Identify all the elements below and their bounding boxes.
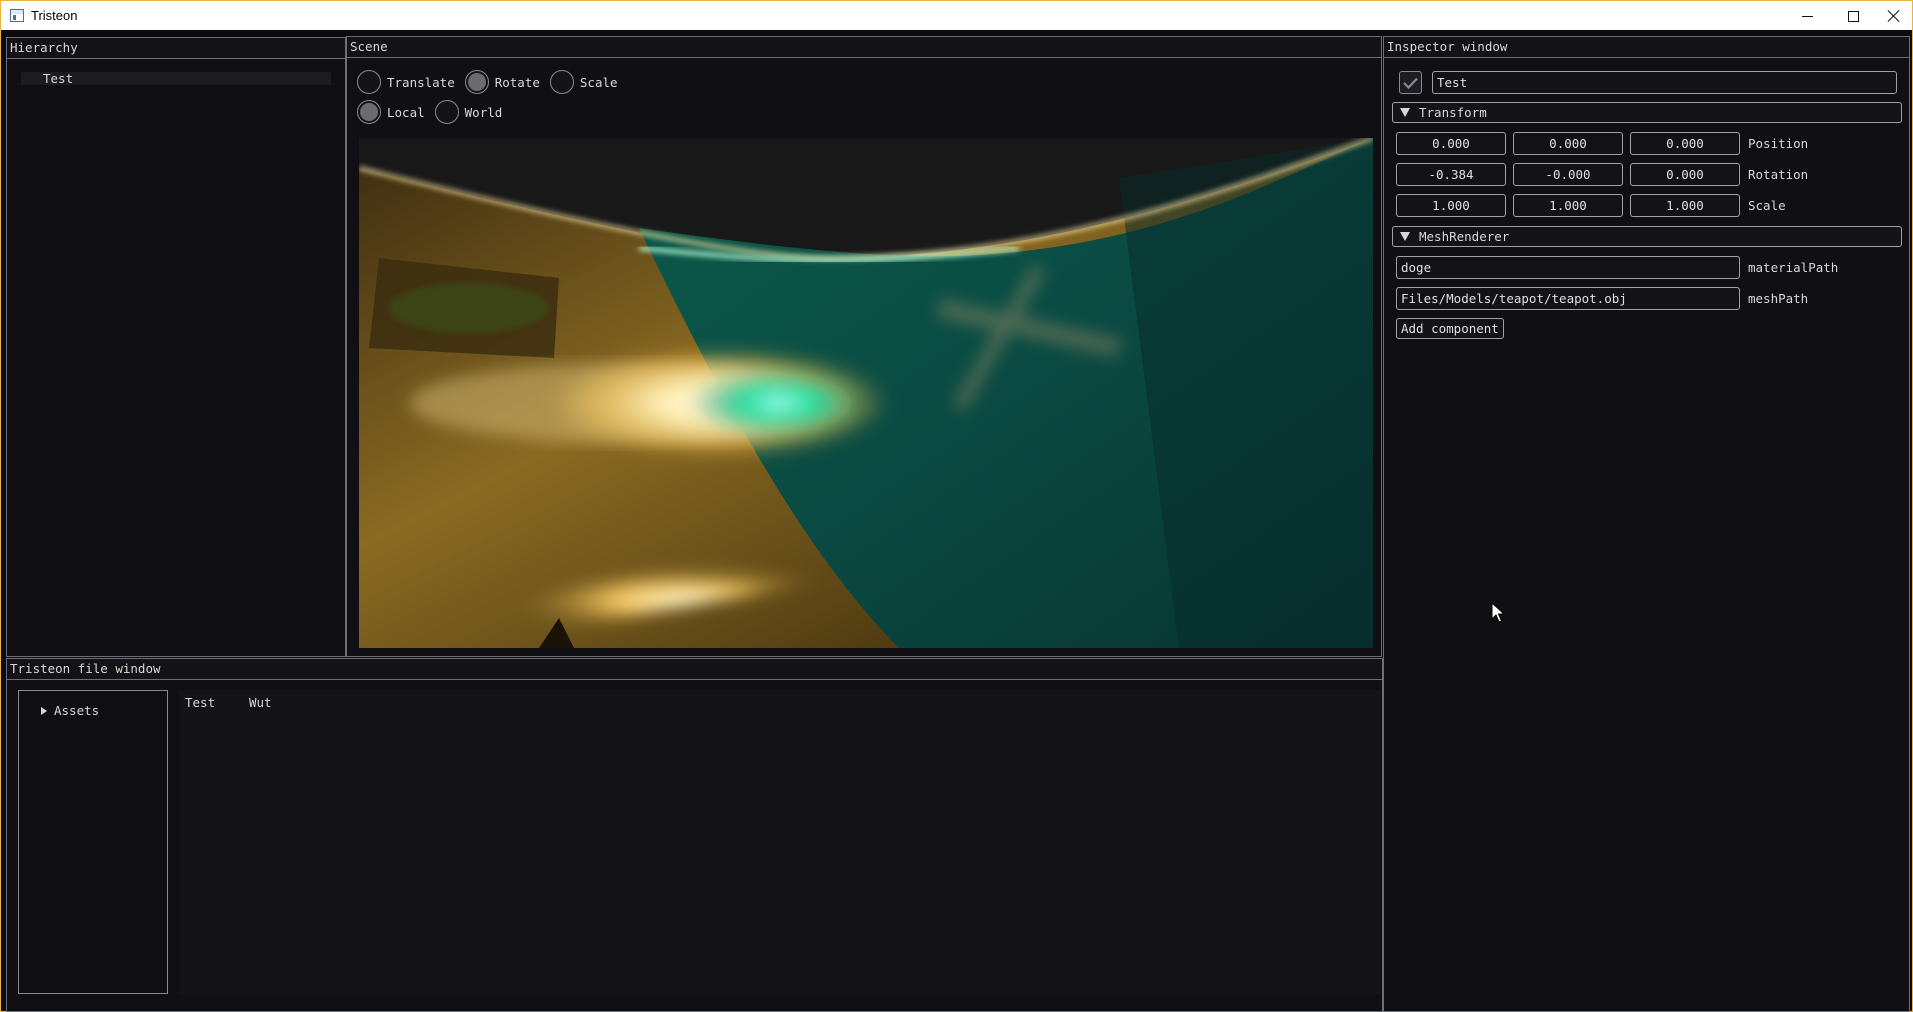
radio-rotate[interactable]: Rotate [464, 70, 540, 94]
radio-local-indicator[interactable] [357, 100, 381, 124]
scene-panel: Scene Translate Rotate Scale Local World [346, 36, 1382, 657]
hierarchy-panel: Hierarchy Test [6, 37, 346, 657]
app-area: Hierarchy Test Scene Translate Rotate Sc… [0, 30, 1913, 1012]
scene-render [359, 138, 1373, 648]
radio-translate[interactable]: Translate [357, 70, 455, 94]
mesh-path-input[interactable]: Files/Models/teapot/teapot.obj [1396, 287, 1740, 310]
window-title: Tristeon [31, 8, 78, 23]
rotation-z-field[interactable]: 0.000 [1630, 163, 1740, 186]
object-enabled-checkbox[interactable] [1399, 71, 1422, 94]
close-button[interactable] [1871, 1, 1913, 31]
gizmo-mode-group: Translate Rotate Scale [357, 70, 628, 94]
minimize-icon [1801, 15, 1813, 17]
add-component-button[interactable]: Add component [1396, 318, 1504, 339]
object-name-input[interactable]: Test [1432, 71, 1897, 94]
maximize-button[interactable] [1830, 1, 1876, 31]
rotation-label: Rotation [1748, 167, 1809, 182]
mouse-cursor-icon [1491, 602, 1505, 623]
scene-viewport[interactable] [359, 138, 1373, 648]
material-path-input[interactable]: doge [1396, 256, 1740, 279]
position-y-field[interactable]: 0.000 [1513, 132, 1623, 155]
scale-z-field[interactable]: 1.000 [1630, 194, 1740, 217]
radio-scale[interactable]: Scale [549, 70, 618, 94]
rotation-y-field[interactable]: -0.000 [1513, 163, 1623, 186]
radio-translate-label: Translate [387, 74, 455, 90]
material-path-label: materialPath [1748, 260, 1839, 275]
checkmark-icon [1403, 77, 1418, 89]
file-window-panel: Tristeon file window Assets Test Wut [6, 658, 1383, 1012]
position-x-field[interactable]: 0.000 [1396, 132, 1506, 155]
transform-header-label: Transform [1419, 105, 1487, 120]
file-item-wut[interactable]: Wut [249, 695, 272, 710]
radio-local[interactable]: Local [357, 100, 425, 124]
file-item-test[interactable]: Test [185, 695, 215, 710]
window-titlebar: Tristeon [0, 0, 1913, 30]
radio-world[interactable]: World [434, 100, 503, 124]
collapse-triangle-icon [1400, 108, 1410, 117]
minimize-button[interactable] [1784, 1, 1830, 31]
folder-tree: Assets [18, 690, 168, 994]
maximize-icon [1847, 10, 1859, 22]
radio-local-label: Local [387, 104, 425, 120]
position-z-field[interactable]: 0.000 [1630, 132, 1740, 155]
radio-rotate-label: Rotate [494, 74, 540, 90]
close-icon [1887, 9, 1901, 23]
scale-x-field[interactable]: 1.000 [1396, 194, 1506, 217]
meshrenderer-header[interactable]: MeshRenderer [1392, 226, 1902, 247]
inspector-title: Inspector window [1384, 37, 1909, 58]
inspector-panel: Inspector window Test Transform 0.000 0.… [1383, 36, 1910, 1012]
scale-y-field[interactable]: 1.000 [1513, 194, 1623, 217]
radio-world-label: World [464, 104, 503, 120]
meshrenderer-header-label: MeshRenderer [1419, 229, 1510, 244]
hierarchy-item-test[interactable]: Test [21, 72, 331, 85]
mesh-path-label: meshPath [1748, 291, 1809, 306]
scene-title: Scene [347, 37, 1381, 58]
transform-header[interactable]: Transform [1392, 102, 1902, 123]
radio-world-indicator[interactable] [434, 100, 459, 124]
radio-translate-indicator[interactable] [357, 70, 381, 94]
file-window-title: Tristeon file window [7, 659, 1382, 680]
position-label: Position [1748, 136, 1809, 151]
radio-rotate-indicator[interactable] [464, 70, 489, 94]
rotation-x-field[interactable]: -0.384 [1396, 163, 1506, 186]
collapse-triangle-icon [1400, 232, 1410, 241]
app-icon [10, 9, 24, 22]
tree-item-assets[interactable]: Assets [41, 703, 99, 718]
file-list-area: Test Wut [179, 690, 1381, 994]
radio-scale-label: Scale [579, 74, 618, 90]
expand-arrow-icon[interactable] [41, 706, 47, 715]
scale-label: Scale [1748, 198, 1786, 213]
tree-item-assets-label: Assets [54, 703, 100, 718]
hierarchy-title: Hierarchy [7, 38, 345, 59]
space-mode-group: Local World [357, 100, 512, 124]
radio-scale-indicator[interactable] [549, 70, 574, 94]
